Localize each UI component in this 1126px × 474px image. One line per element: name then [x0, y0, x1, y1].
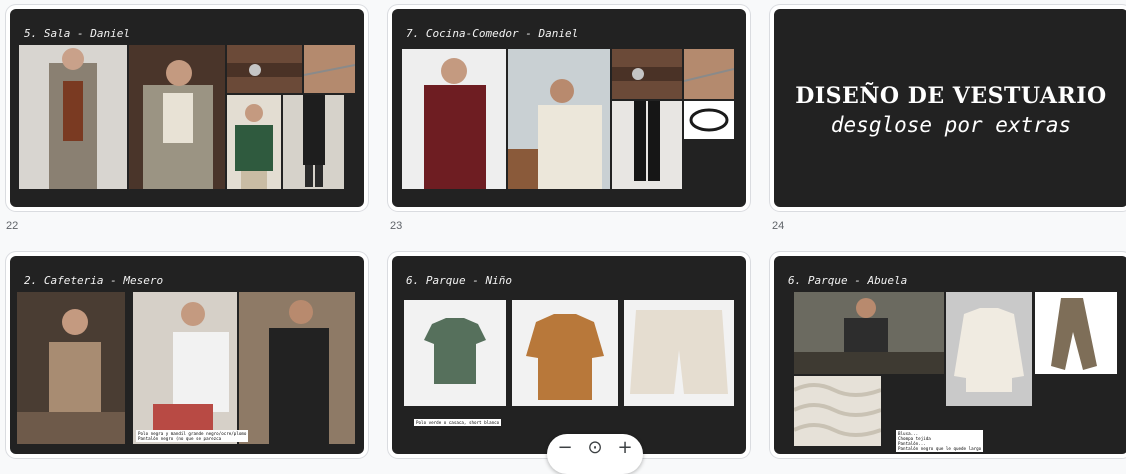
page-number-22: 22 — [6, 220, 19, 232]
photo-green-polo — [404, 300, 506, 406]
photo-man-black-apron — [239, 292, 355, 444]
page-number-23: 23 — [390, 220, 403, 232]
zoom-controls: − ⊙ + — [547, 434, 643, 474]
photo-man-cardigan — [129, 45, 225, 189]
photo-man-green-sweater — [227, 95, 281, 189]
page-number-24: 24 — [772, 220, 785, 232]
note-box: Polo negra y mandil grande negro/ocre/pl… — [136, 430, 249, 442]
photo-knit-texture — [794, 376, 881, 446]
slide-24[interactable]: DISEÑO DE VESTUARIO desglose por extras — [774, 9, 1126, 207]
slide-22[interactable]: 5. Sala - Daniel — [10, 9, 364, 207]
photo-black-trousers — [612, 101, 682, 189]
photo-cream-shorts — [624, 300, 734, 406]
photo-man-dark-outfit — [283, 95, 344, 189]
slide-title: 6. Parque - Niño — [406, 274, 512, 287]
zoom-in-button[interactable]: + — [615, 438, 635, 458]
zoom-out-button[interactable]: − — [555, 438, 575, 458]
title-slide-subheading: desglose por extras — [830, 113, 1072, 137]
zoom-fit-button[interactable]: ⊙ — [585, 438, 605, 458]
photo-watch-wrist — [227, 45, 302, 93]
photo-bracelet-wrist — [304, 45, 355, 93]
photo-grandmother-kitchen — [794, 292, 944, 374]
note-box: Polo verde o casaca, short blanco — [414, 419, 502, 426]
note-box: Blusa... Chompa tejida Pantalón... Panta… — [896, 430, 984, 452]
photo-barista-apron — [17, 292, 125, 444]
photo-watch-wrist — [612, 49, 682, 99]
photo-knit-scarf — [1035, 292, 1117, 374]
slide-26[interactable]: 6. Parque - Niño Polo verde o casaca, sh… — [392, 256, 746, 454]
photo-man-cream-jacket — [508, 49, 610, 189]
slide-23[interactable]: 7. Cocina-Comedor - Daniel — [392, 9, 746, 207]
slide-title: 5. Sala - Daniel — [24, 27, 130, 40]
slide-title: 6. Parque - Abuela — [788, 274, 908, 287]
photo-black-belt — [684, 101, 734, 139]
slide-title: 2. Cafeteria - Mesero — [24, 274, 164, 287]
photo-man-red-turtleneck — [402, 49, 506, 189]
photo-mustard-polo — [512, 300, 618, 406]
photo-cream-knit-sweater — [946, 292, 1032, 406]
slide-25[interactable]: 2. Cafeteria - Mesero Polo negra y mandi… — [10, 256, 364, 454]
photo-man-blazer — [19, 45, 127, 189]
photo-bracelet-wrist — [684, 49, 734, 99]
slide-27[interactable]: 6. Parque - Abuela Blusa... Chompa tejid… — [774, 256, 1126, 454]
photo-chef-white — [133, 292, 237, 444]
title-slide-heading: DISEÑO DE VESTUARIO — [795, 83, 1107, 109]
slide-title: 7. Cocina-Comedor - Daniel — [406, 27, 579, 40]
